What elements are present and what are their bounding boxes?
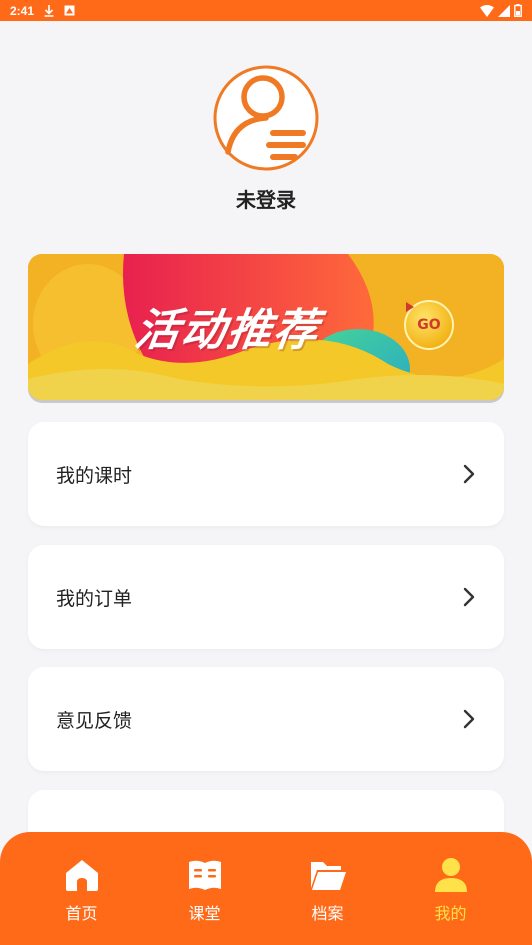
menu-item-label: 意见反馈 [56,709,133,732]
nav-item-archive[interactable]: 档案 [283,832,373,945]
nav-item-classroom[interactable]: 课堂 [160,832,250,945]
chevron-right-icon [463,587,475,607]
nav-item-mine[interactable]: 我的 [406,832,496,945]
menu-item-label: 我的课时 [56,464,133,487]
status-bar: 2:41 [0,0,532,21]
play-arrow-icon [406,302,414,312]
user-icon [434,858,467,892]
nav-label-home: 首页 [65,904,98,923]
menu-item-feedback[interactable]: 意见反馈 [28,667,504,771]
download-icon [44,4,54,17]
home-icon [65,860,98,891]
folder-icon [310,862,346,890]
nav-label-mine: 我的 [434,904,467,923]
menu-item-my-lessons[interactable]: 我的课时 [28,422,504,526]
banner-title: 活动推荐 [131,305,323,356]
status-time: 2:41 [10,3,35,18]
bottom-nav: 首页 课堂 档案 我的 [0,832,532,945]
go-button[interactable]: GO [404,300,454,350]
username-label[interactable]: 未登录 [0,184,532,213]
go-label: GO [417,317,441,333]
battery-icon [514,4,522,17]
avatar-icon[interactable] [212,64,320,172]
signal-icon [498,4,510,17]
nav-label-classroom: 课堂 [188,904,221,923]
wifi-icon [480,4,494,17]
image-notification-icon [64,5,75,16]
screen: 2:41 未登录 活动推荐 GO 我的课时 我的订单 意见反馈 首页 课堂 档案… [0,0,532,945]
nav-label-archive: 档案 [311,904,344,923]
chevron-right-icon [463,709,475,729]
promo-banner[interactable]: 活动推荐 GO [28,254,504,400]
menu-item-label: 我的订单 [56,587,133,610]
menu-item-my-orders[interactable]: 我的订单 [28,545,504,649]
chevron-right-icon [463,464,475,484]
book-icon [188,860,221,890]
nav-item-home[interactable]: 首页 [37,832,127,945]
